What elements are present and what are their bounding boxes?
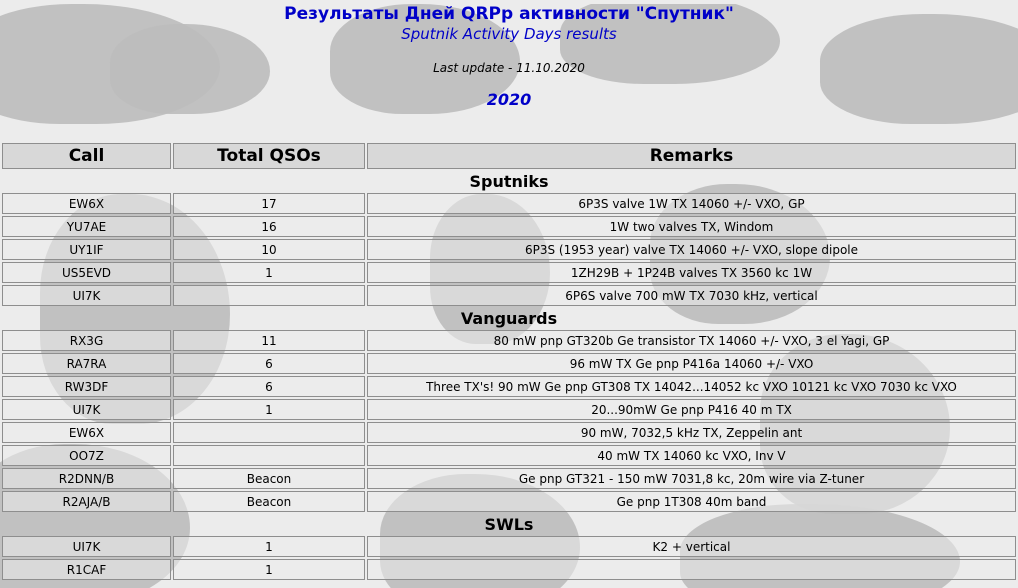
table-row: EW6X 90 mW, 7032,5 kHz TX, Zeppelin ant (2, 422, 1016, 443)
qsos-cell: 11 (173, 330, 365, 351)
results-table: Call Total QSOs Remarks Sputniks EW6X 17… (0, 141, 1018, 582)
table-row: R2DNN/B Beacon Ge pnp GT321 - 150 mW 703… (2, 468, 1016, 489)
table-row: UI7K 1 20...90mW Ge pnp P416 40 m TX (2, 399, 1016, 420)
column-header-call: Call (2, 143, 171, 169)
table-row: US5EVD 1 1ZH29B + 1P24B valves TX 3560 k… (2, 262, 1016, 283)
qsos-cell: 1 (173, 262, 365, 283)
section-title: Sputniks (469, 171, 549, 191)
section-title: SWLs (484, 514, 534, 534)
qsos-cell: 6 (173, 353, 365, 374)
call-cell: UI7K (2, 536, 171, 557)
call-cell: EW6X (2, 193, 171, 214)
table-row: YU7AE 16 1W two valves TX, Windom (2, 216, 1016, 237)
call-cell: R1CAF (2, 559, 171, 580)
remarks-cell: 1W two valves TX, Windom (367, 216, 1016, 237)
qsos-cell: 1 (173, 399, 365, 420)
qsos-cell: Beacon (173, 491, 365, 512)
page-header: Результаты Дней QRPp активности "Спутник… (0, 4, 1018, 109)
last-update-text: Last update - 11.10.2020 (433, 61, 585, 75)
qsos-cell (173, 285, 365, 306)
table-row: R2AJA/B Beacon Ge pnp 1T308 40m band (2, 491, 1016, 512)
column-header-remarks: Remarks (367, 143, 1016, 169)
table-row: RA7RA 6 96 mW TX Ge pnp P416a 14060 +/- … (2, 353, 1016, 374)
qsos-cell: 1 (173, 559, 365, 580)
qsos-cell (173, 445, 365, 466)
remarks-cell: 6P6S valve 700 mW TX 7030 kHz, vertical (367, 285, 1016, 306)
table-header-row: Call Total QSOs Remarks (2, 143, 1016, 169)
page-title-en: Sputnik Activity Days results (401, 25, 617, 43)
page-title-ru: Результаты Дней QRPp активности "Спутник… (284, 4, 734, 24)
call-cell: US5EVD (2, 262, 171, 283)
remarks-cell: 6P3S valve 1W TX 14060 +/- VXO, GP (367, 193, 1016, 214)
section-title: Vanguards (460, 308, 558, 328)
page-content: Результаты Дней QRPp активности "Спутник… (0, 4, 1018, 580)
remarks-cell: 80 mW pnp GT320b Ge transistor TX 14060 … (367, 330, 1016, 351)
call-cell: EW6X (2, 422, 171, 443)
call-cell: R2AJA/B (2, 491, 171, 512)
call-cell: UY1IF (2, 239, 171, 260)
remarks-cell: 40 mW TX 14060 kc VXO, Inv V (367, 445, 1016, 466)
table-row: UI7K 6P6S valve 700 mW TX 7030 kHz, vert… (2, 285, 1016, 306)
qsos-cell: Beacon (173, 468, 365, 489)
call-cell: RX3G (2, 330, 171, 351)
table-row: UY1IF 10 6P3S (1953 year) valve TX 14060… (2, 239, 1016, 260)
call-cell: RA7RA (2, 353, 171, 374)
call-cell: UI7K (2, 399, 171, 420)
qsos-cell: 16 (173, 216, 365, 237)
call-cell: UI7K (2, 285, 171, 306)
call-cell: R2DNN/B (2, 468, 171, 489)
remarks-cell: Ge pnp GT321 - 150 mW 7031,8 kc, 20m wir… (367, 468, 1016, 489)
table-row: UI7K 1 K2 + vertical (2, 536, 1016, 557)
qsos-cell: 10 (173, 239, 365, 260)
call-cell: RW3DF (2, 376, 171, 397)
call-cell: YU7AE (2, 216, 171, 237)
table-row: OO7Z 40 mW TX 14060 kc VXO, Inv V (2, 445, 1016, 466)
table-row: EW6X 17 6P3S valve 1W TX 14060 +/- VXO, … (2, 193, 1016, 214)
section-row-swls: SWLs (2, 514, 1016, 534)
qsos-cell: 17 (173, 193, 365, 214)
remarks-cell: Ge pnp 1T308 40m band (367, 491, 1016, 512)
year-heading: 2020 (486, 90, 532, 109)
table-row: RW3DF 6 Three TX's! 90 mW Ge pnp GT308 T… (2, 376, 1016, 397)
remarks-cell: Three TX's! 90 mW Ge pnp GT308 TX 14042.… (367, 376, 1016, 397)
remarks-cell: 96 mW TX Ge pnp P416a 14060 +/- VXO (367, 353, 1016, 374)
remarks-cell: 1ZH29B + 1P24B valves TX 3560 kc 1W (367, 262, 1016, 283)
remarks-cell (367, 559, 1016, 580)
call-cell: OO7Z (2, 445, 171, 466)
remarks-cell: 6P3S (1953 year) valve TX 14060 +/- VXO,… (367, 239, 1016, 260)
qsos-cell: 1 (173, 536, 365, 557)
qsos-cell: 6 (173, 376, 365, 397)
remarks-cell: 20...90mW Ge pnp P416 40 m TX (367, 399, 1016, 420)
remarks-cell: 90 mW, 7032,5 kHz TX, Zeppelin ant (367, 422, 1016, 443)
column-header-total-qsos: Total QSOs (173, 143, 365, 169)
section-row-vanguards: Vanguards (2, 308, 1016, 328)
table-row: RX3G 11 80 mW pnp GT320b Ge transistor T… (2, 330, 1016, 351)
remarks-cell: K2 + vertical (367, 536, 1016, 557)
table-row: R1CAF 1 (2, 559, 1016, 580)
qsos-cell (173, 422, 365, 443)
section-row-sputniks: Sputniks (2, 171, 1016, 191)
